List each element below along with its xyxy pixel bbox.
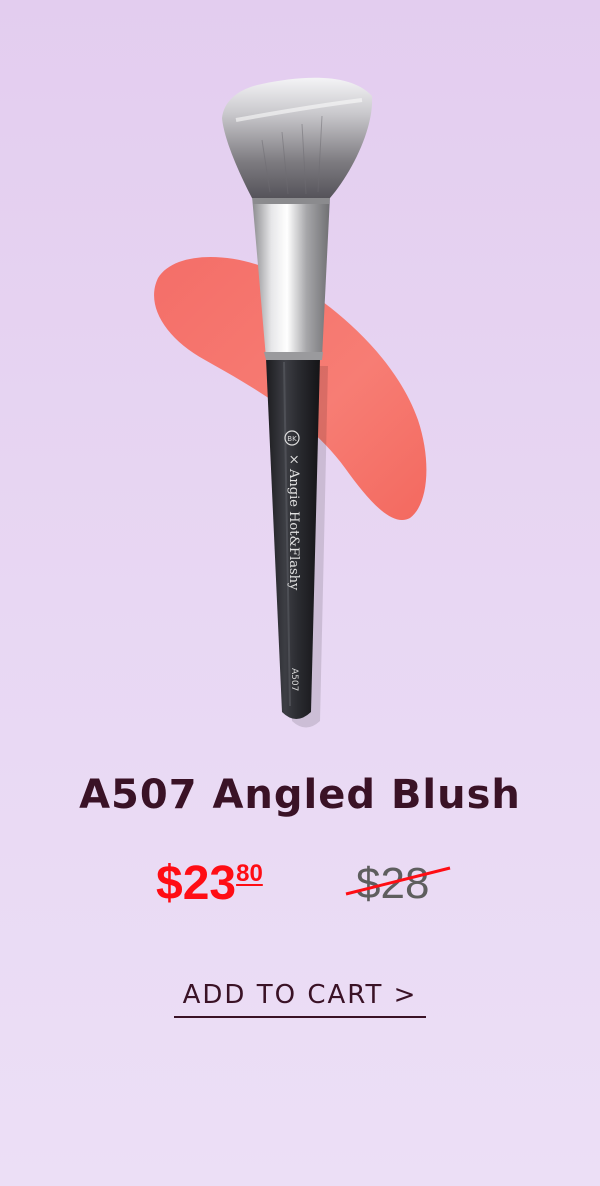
- sale-price-dollars: $23: [156, 857, 237, 910]
- brush-model-label: A507: [289, 668, 299, 691]
- add-to-cart-button[interactable]: ADD TO CART >: [174, 980, 426, 1018]
- brand-logo: BK: [287, 435, 297, 443]
- sale-price: $2380: [156, 856, 263, 912]
- product-title: A507 Angled Blush: [79, 772, 521, 818]
- sale-price-cents: 80: [236, 860, 263, 887]
- strikethrough-line: [345, 866, 451, 896]
- brush-bristles: [222, 77, 373, 198]
- brush-illustration: BK × Angie Hot&Flashy A507: [154, 77, 427, 728]
- product-image: BK × Angie Hot&Flashy A507: [0, 0, 600, 760]
- price-row: $2380 $28: [0, 850, 600, 920]
- brush-imprint: × Angie Hot&Flashy: [286, 454, 301, 591]
